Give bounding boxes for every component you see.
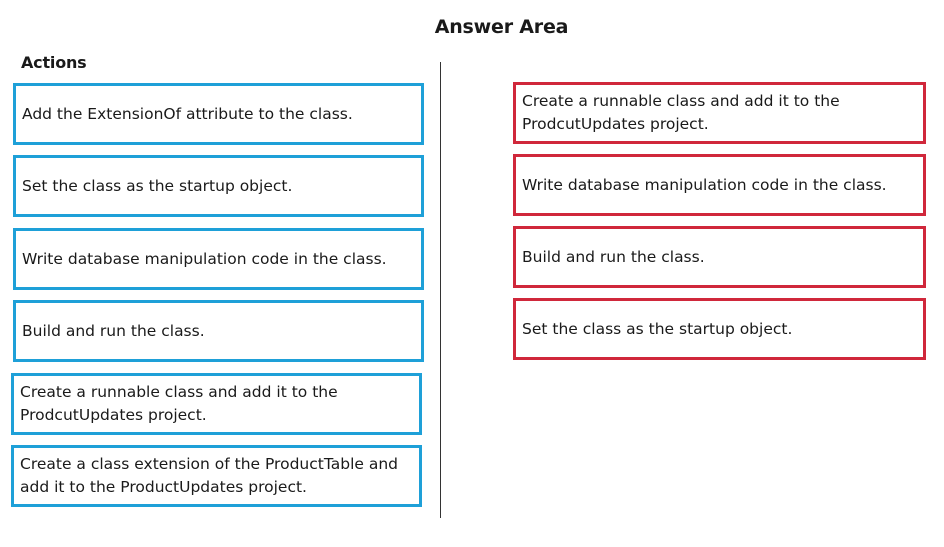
answer-card-1[interactable]: Create a runnable class and add it to th… — [513, 82, 926, 144]
action-card-write-db-code[interactable]: Write database manipulation code in the … — [13, 228, 424, 290]
action-card-create-extension[interactable]: Create a class extension of the ProductT… — [11, 445, 422, 507]
action-card-add-extensionof[interactable]: Add the ExtensionOf attribute to the cla… — [13, 83, 424, 145]
action-card-text: Create a class extension of the ProductT… — [20, 455, 399, 496]
action-card-set-startup[interactable]: Set the class as the startup object. — [13, 155, 424, 217]
answer-card-text: Build and run the class. — [522, 247, 705, 266]
answer-area-title: Answer Area — [434, 16, 569, 38]
answer-card-4[interactable]: Set the class as the startup object. — [513, 298, 926, 360]
answer-card-text: Write database manipulation code in the … — [522, 175, 887, 194]
answer-card-3[interactable]: Build and run the class. — [513, 226, 926, 288]
answer-card-text: Create a runnable class and add it to th… — [522, 92, 840, 133]
action-card-create-runnable[interactable]: Create a runnable class and add it to th… — [11, 373, 422, 435]
action-card-text: Build and run the class. — [22, 321, 205, 340]
action-card-text: Set the class as the startup object. — [22, 176, 293, 195]
action-card-build-run[interactable]: Build and run the class. — [13, 300, 424, 362]
actions-title: Actions — [21, 53, 87, 72]
action-card-text: Create a runnable class and add it to th… — [20, 383, 338, 424]
column-divider — [440, 62, 441, 518]
action-card-text: Add the ExtensionOf attribute to the cla… — [22, 104, 353, 123]
answer-card-text: Set the class as the startup object. — [522, 319, 793, 338]
answer-card-2[interactable]: Write database manipulation code in the … — [513, 154, 926, 216]
action-card-text: Write database manipulation code in the … — [22, 249, 387, 268]
